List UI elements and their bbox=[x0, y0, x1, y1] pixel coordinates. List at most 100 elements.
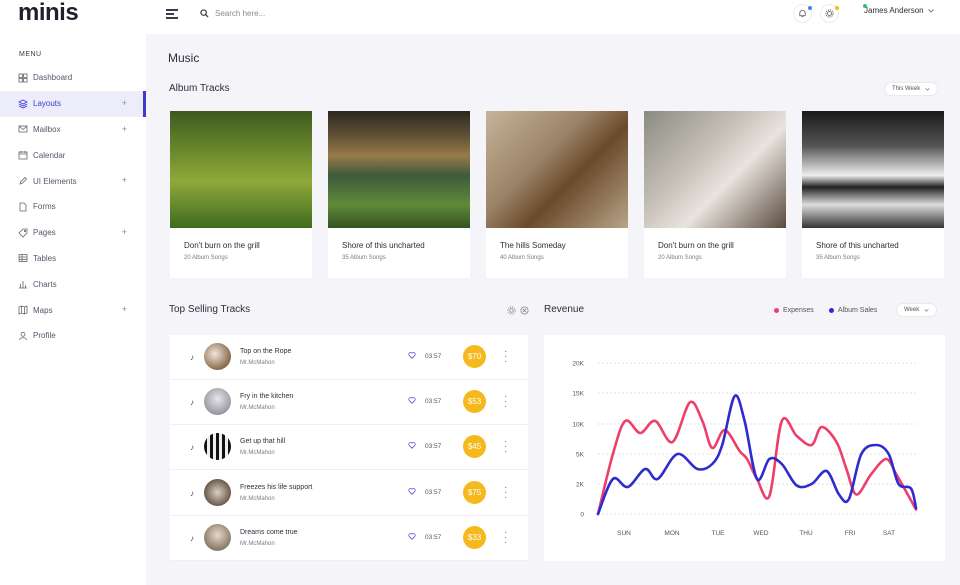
sidebar-item-profile[interactable]: Profile bbox=[0, 323, 146, 349]
album-card[interactable]: Shore of this uncharted 35 Album Songs bbox=[328, 111, 470, 278]
calendar-icon bbox=[18, 151, 28, 160]
track-artist: Mr.McMahon bbox=[240, 540, 275, 547]
track-row[interactable]: ♪ Fry in the kitchen Mr.McMahon 03:57 $53 · · · bbox=[170, 380, 528, 426]
sidebar-item-charts[interactable]: Charts bbox=[0, 271, 146, 297]
revenue-chart-panel: 0 2K 5K 10K 15K 20K SUN MON TUE WED THU FRI SAT bbox=[544, 335, 945, 561]
sidebar-item-tables[interactable]: Tables bbox=[0, 246, 146, 272]
track-row[interactable]: ♪ Get up that hill Mr.McMahon 03:57 $45 · · · bbox=[170, 425, 528, 471]
album-tracks-title: Album Tracks bbox=[169, 83, 230, 94]
more-options-icon[interactable]: · · · bbox=[504, 347, 507, 367]
user-menu[interactable]: James Anderson bbox=[863, 4, 934, 15]
sidebar-item-dashboard[interactable]: Dashboard bbox=[0, 65, 146, 91]
album-card[interactable]: Don't burn on the grill 20 Album Songs bbox=[170, 111, 312, 278]
album-song-count: 20 Album Songs bbox=[184, 255, 228, 261]
album-period-select[interactable]: This Week bbox=[884, 82, 939, 96]
notification-dot bbox=[808, 6, 812, 10]
album-cover-image[interactable] bbox=[328, 111, 470, 228]
sidebar-item-mailbox[interactable]: Mailbox + bbox=[0, 117, 146, 143]
expand-icon[interactable]: + bbox=[122, 304, 127, 314]
chevron-down-icon bbox=[924, 308, 929, 312]
album-name: Shore of this uncharted bbox=[816, 241, 899, 250]
expand-icon[interactable]: + bbox=[122, 227, 127, 237]
more-options-icon[interactable]: · · · bbox=[504, 482, 507, 502]
more-options-icon[interactable]: · · · bbox=[504, 437, 507, 457]
album-song-count: 40 Album Songs bbox=[500, 255, 544, 261]
album-card[interactable]: The hills Someday 40 Album Songs bbox=[486, 111, 628, 278]
chevron-down-icon bbox=[925, 87, 930, 91]
music-note-icon[interactable]: ♪ bbox=[190, 489, 194, 498]
notifications-button[interactable] bbox=[793, 4, 812, 23]
gear-icon[interactable] bbox=[507, 306, 516, 315]
revenue-period-select[interactable]: Week bbox=[896, 303, 938, 317]
album-card[interactable]: Don't burn on the grill 20 Album Songs bbox=[644, 111, 786, 278]
menu-toggle-icon[interactable] bbox=[166, 9, 178, 19]
music-note-icon[interactable]: ♪ bbox=[190, 443, 194, 452]
bell-icon bbox=[799, 10, 806, 18]
more-options-icon[interactable]: · · · bbox=[504, 527, 507, 547]
close-icon[interactable] bbox=[520, 306, 529, 315]
sidebar-item-maps[interactable]: Maps + bbox=[0, 297, 146, 323]
track-row[interactable]: ♪ Top on the Rope Mr.McMahon 03:57 $70 · · · bbox=[170, 335, 528, 380]
heart-icon[interactable] bbox=[408, 532, 416, 540]
heart-icon[interactable] bbox=[408, 352, 416, 359]
album-card[interactable]: Shore of this uncharted 35 Album Songs bbox=[802, 111, 944, 278]
search-box[interactable] bbox=[200, 5, 420, 21]
track-name: Top on the Rope bbox=[240, 348, 292, 355]
search-input[interactable] bbox=[215, 8, 405, 18]
expenses-series-line bbox=[596, 400, 918, 516]
top-bar: minis James Anderson bbox=[0, 0, 960, 34]
album-cover-image[interactable] bbox=[486, 111, 628, 228]
x-tick-label: FRI bbox=[845, 530, 856, 537]
app-logo[interactable]: minis bbox=[18, 0, 79, 28]
table-icon bbox=[18, 254, 28, 263]
expand-icon[interactable]: + bbox=[122, 124, 127, 134]
album-cover-image[interactable] bbox=[802, 111, 944, 228]
track-avatar bbox=[204, 433, 231, 461]
track-avatar bbox=[204, 388, 231, 416]
more-options-icon[interactable]: · · · bbox=[504, 392, 507, 412]
track-duration: 03:57 bbox=[425, 398, 442, 406]
music-note-icon[interactable]: ♪ bbox=[190, 353, 194, 362]
heart-icon[interactable] bbox=[408, 397, 416, 404]
sidebar-item-ui-elements[interactable]: UI Elements + bbox=[0, 168, 146, 194]
track-row[interactable]: ♪ Freezes his life support Mr.McMahon 03:57… bbox=[170, 471, 528, 516]
track-avatar bbox=[204, 343, 231, 370]
track-price-badge[interactable]: $75 bbox=[463, 480, 486, 504]
user-name: James Anderson bbox=[864, 6, 924, 15]
expenses-legend-label: Expenses bbox=[783, 307, 814, 314]
track-row[interactable]: ♪ Dreams come true Mr.McMahon 03:57 $33 · · · bbox=[170, 516, 528, 561]
expand-icon[interactable]: + bbox=[122, 98, 127, 108]
top-tracks-list: ♪ Top on the Rope Mr.McMahon 03:57 $70 · · · ♪ Fr… bbox=[170, 335, 528, 561]
sidebar-item-calendar[interactable]: Calendar bbox=[0, 142, 146, 168]
revenue-title: Revenue bbox=[544, 304, 585, 315]
mail-icon bbox=[18, 126, 28, 133]
music-note-icon[interactable]: ♪ bbox=[190, 534, 194, 543]
track-price-badge[interactable]: $70 bbox=[463, 345, 486, 368]
y-tick-label: 20K bbox=[572, 361, 584, 368]
heart-icon[interactable] bbox=[408, 442, 416, 450]
track-artist: Mr.McMahon bbox=[240, 450, 275, 457]
track-price-badge[interactable]: $33 bbox=[463, 525, 486, 549]
music-note-icon[interactable]: ♪ bbox=[190, 398, 194, 407]
y-tick-label: 5K bbox=[576, 452, 585, 459]
album-name: Don't burn on the grill bbox=[658, 241, 734, 250]
x-tick-label: TUE bbox=[712, 530, 726, 537]
album-cover-image[interactable] bbox=[170, 111, 312, 228]
sidebar-item-forms[interactable]: Forms bbox=[0, 194, 146, 220]
sidebar-item-pages[interactable]: Pages + bbox=[0, 220, 146, 246]
sidebar-item-label: Tables bbox=[33, 253, 57, 263]
legend-expenses: Expenses bbox=[774, 307, 814, 314]
expand-icon[interactable]: + bbox=[122, 175, 127, 185]
x-tick-label: SAT bbox=[883, 530, 895, 537]
track-price-badge[interactable]: $53 bbox=[463, 390, 486, 414]
expenses-legend-dot bbox=[774, 308, 779, 313]
track-duration: 03:57 bbox=[425, 443, 442, 451]
settings-button[interactable] bbox=[820, 4, 839, 23]
sidebar-item-layouts[interactable]: Layouts + bbox=[0, 90, 146, 117]
page-title: Music bbox=[168, 51, 200, 65]
heart-icon[interactable] bbox=[408, 487, 416, 495]
track-artist: Mr.McMahon bbox=[240, 495, 275, 502]
track-price-badge[interactable]: $45 bbox=[463, 435, 486, 459]
album-cover-image[interactable] bbox=[644, 111, 786, 228]
album-song-count: 20 Album Songs bbox=[658, 255, 702, 261]
